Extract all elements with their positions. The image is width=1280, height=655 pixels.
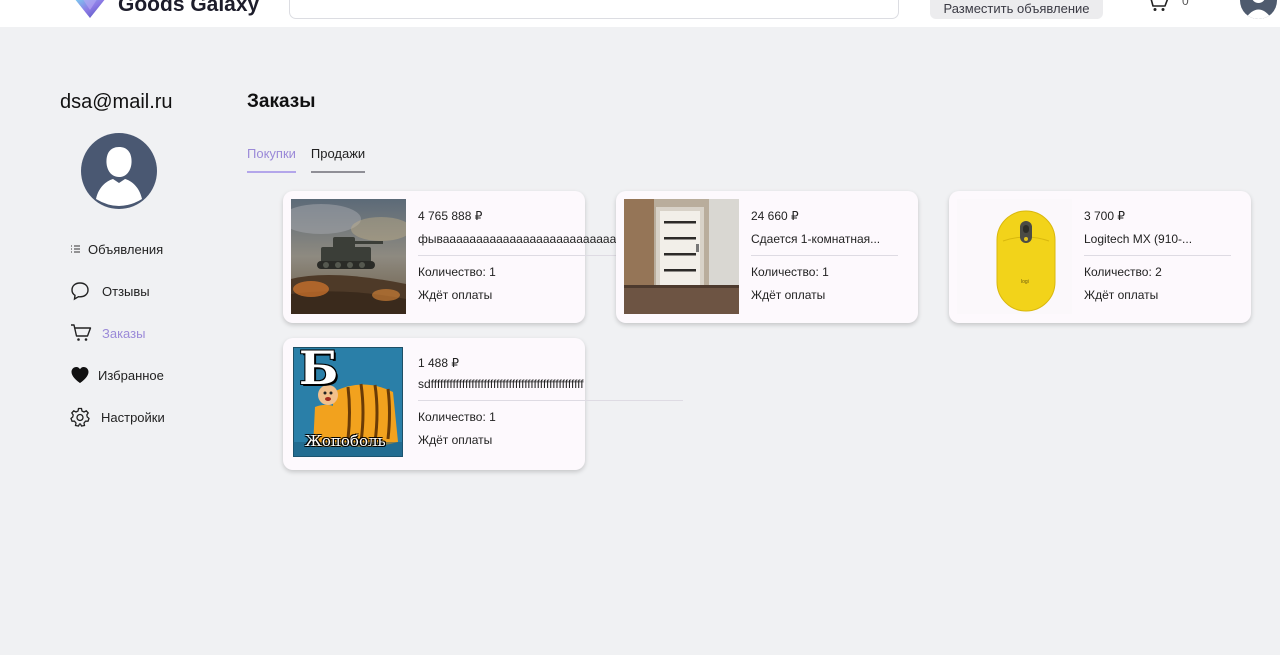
svg-text:logi: logi — [1021, 279, 1029, 285]
tank-battle-image — [291, 199, 406, 314]
top-header: Goods Galaxy Разместить объявление 0 — [0, 0, 1280, 27]
user-icon — [1245, 0, 1272, 19]
sidebar-item-reviews[interactable]: Отзывы — [70, 270, 165, 312]
meme-caption-bottom: Жопоболь — [305, 432, 386, 450]
order-card[interactable]: logi 3 700 ₽ Logitech MX (910-... Количе… — [949, 191, 1251, 323]
orders-tabs: Покупки Продажи — [247, 146, 366, 173]
order-card[interactable]: Б Жопоболь 1 488 ₽ sdfffffffffffffffffff… — [283, 338, 683, 470]
user-email: dsa@mail.ru — [60, 91, 173, 113]
sidebar-nav: Объявления Отзывы Заказы Избранное Настр… — [70, 228, 165, 438]
order-info: 1 488 ₽ sdffffffffffffffffffffffffffffff… — [418, 356, 683, 447]
meme-caption-top: Б — [299, 347, 339, 395]
sidebar-item-listings[interactable]: Объявления — [70, 228, 165, 270]
order-price: 24 660 ₽ — [751, 209, 799, 223]
gear-icon — [70, 407, 92, 427]
search-input[interactable] — [289, 0, 899, 19]
order-status: Ждёт оплаты — [418, 288, 493, 302]
order-quantity: Количество: 1 — [418, 265, 496, 279]
sidebar-item-orders[interactable]: Заказы — [70, 312, 165, 354]
sidebar-item-label: Избранное — [98, 367, 164, 383]
cart-icon — [70, 324, 92, 342]
post-ad-button[interactable]: Разместить объявление — [930, 0, 1103, 19]
yellow-mouse-image: logi — [957, 199, 1072, 314]
cart-count: 0 — [1182, 0, 1189, 8]
order-status: Ждёт оплаты — [418, 433, 493, 447]
order-price: 1 488 ₽ — [418, 356, 459, 370]
page-title: Заказы — [247, 91, 316, 112]
order-info: 4 765 888 ₽ фывааааааааааааааааааааааааа… — [418, 209, 616, 302]
order-quantity: Количество: 1 — [418, 410, 496, 424]
order-card[interactable]: 4 765 888 ₽ фывааааааааааааааааааааааааа… — [283, 191, 616, 323]
order-card[interactable]: 24 660 ₽ Сдается 1-комнатная... Количест… — [616, 191, 918, 323]
order-title[interactable]: Сдается 1-комнатная... — [751, 232, 931, 252]
profile-avatar — [81, 133, 157, 209]
sidebar-item-label: Объявления — [88, 241, 164, 257]
logo-text: Goods Galaxy — [118, 0, 260, 16]
chat-bubble-icon — [70, 281, 92, 301]
tab-sales[interactable]: Продажи — [310, 146, 366, 173]
order-title[interactable]: sdffffffffffffffffffffffffffffffffffffff… — [418, 377, 683, 397]
sidebar-item-label: Отзывы — [102, 283, 150, 299]
order-info: 24 660 ₽ Сдается 1-комнатная... Количест… — [751, 209, 931, 302]
heart-icon — [70, 366, 92, 384]
order-info: 3 700 ₽ Logitech MX (910-... Количество:… — [1084, 209, 1264, 302]
user-avatar-button[interactable] — [1240, 0, 1277, 19]
logo[interactable]: Goods Galaxy — [72, 0, 259, 20]
divider — [1084, 255, 1231, 256]
apartment-door-image — [624, 199, 739, 314]
order-title[interactable]: фываааааааааааааааааааааааааааа — [418, 232, 616, 252]
order-title[interactable]: Logitech MX (910-... — [1084, 232, 1264, 252]
order-status: Ждёт оплаты — [1084, 288, 1159, 302]
user-icon — [96, 147, 142, 206]
tab-purchases[interactable]: Покупки — [247, 146, 296, 173]
cart-icon — [1150, 0, 1169, 11]
order-quantity: Количество: 2 — [1084, 265, 1162, 279]
sidebar-item-settings[interactable]: Настройки — [70, 396, 165, 438]
divider — [751, 255, 898, 256]
order-quantity: Количество: 1 — [751, 265, 829, 279]
meme-image: Б Жопоболь — [293, 347, 403, 457]
divider — [418, 400, 683, 401]
sidebar-item-label: Настройки — [101, 409, 165, 425]
order-price: 4 765 888 ₽ — [418, 209, 483, 223]
order-status: Ждёт оплаты — [751, 288, 826, 302]
divider — [418, 255, 616, 256]
cart-button[interactable]: 0 — [1146, 0, 1189, 12]
order-price: 3 700 ₽ — [1084, 209, 1125, 223]
sidebar-item-label: Заказы — [102, 325, 146, 341]
sidebar-item-favorites[interactable]: Избранное — [70, 354, 165, 396]
logo-icon — [75, 0, 105, 18]
